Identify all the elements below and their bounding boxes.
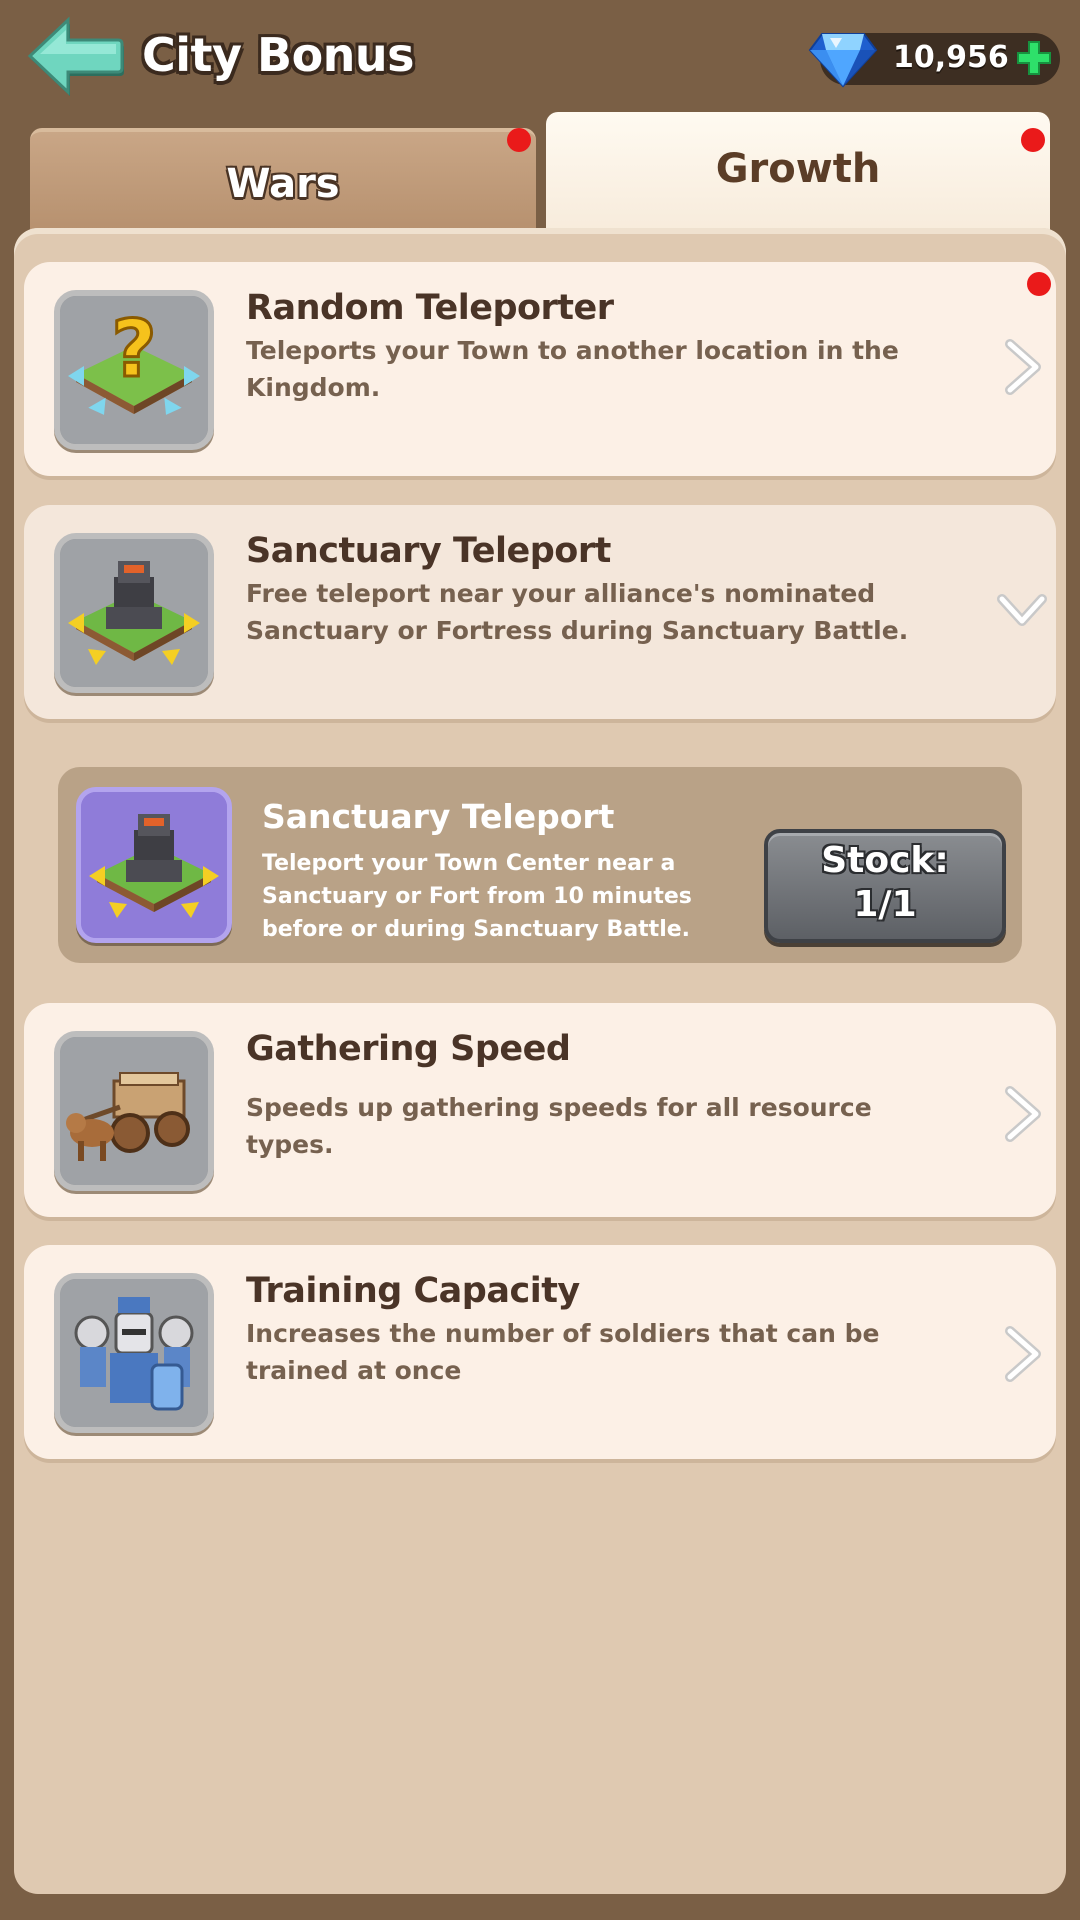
page-title: City Bonus [142,28,415,82]
stock-button[interactable]: Stock: 1/1 [764,829,1006,943]
wars-notification-dot [507,128,531,152]
chevron-right-icon [1005,1326,1041,1382]
back-arrow-icon [27,16,124,96]
sanctuary-teleport-detail: Sanctuary Teleport Teleport your Town Ce… [58,767,1022,963]
item-title: Gathering Speed [246,1029,571,1069]
growth-notification-dot [1021,128,1045,152]
item-description: Free teleport near your alliance's nomin… [246,579,909,645]
sanctuary-teleport-icon [54,533,214,693]
item-description: Increases the number of soldiers that ca… [246,1319,880,1385]
soldiers-icon [54,1273,214,1433]
item-title: Training Capacity [246,1271,580,1311]
random-teleport-icon: ? [54,290,214,450]
gem-count: 10,956 [893,40,1009,75]
list-item-sanctuary-teleport[interactable]: Sanctuary Teleport Free teleport near yo… [24,505,1056,719]
item-description: Speeds up gathering speeds for all resou… [246,1093,872,1159]
item-title: Random Teleporter [246,288,614,328]
list-item-training-capacity[interactable]: Training Capacity Increases the number o… [24,1245,1056,1459]
list-item-gathering-speed[interactable]: Gathering Speed Speeds up gathering spee… [24,1003,1056,1217]
chevron-right-icon [1005,339,1041,395]
stock-label: Stock: [821,840,949,881]
tab-growth-label: Growth [715,146,881,192]
add-gems-button[interactable] [1016,40,1052,76]
tab-growth[interactable]: Growth [546,112,1050,234]
back-button[interactable] [22,14,126,98]
svg-text:?: ? [111,305,156,395]
teleporter-notification-dot [1027,272,1051,296]
item-description: Teleports your Town to another location … [246,336,899,402]
chevron-down-icon [997,594,1047,626]
stock-value: 1/1 [853,884,917,925]
list-item-random-teleporter[interactable]: ? Random Teleporter Teleports your Town … [24,262,1056,476]
tab-wars[interactable]: Wars [30,128,536,230]
sanctuary-teleport-item-icon [76,787,232,943]
header-bar: City Bonus 10,956 [0,0,1080,120]
cart-icon [54,1031,214,1191]
tab-wars-label: Wars [226,161,340,207]
plus-icon [1017,41,1051,75]
diamond-icon [808,28,878,90]
sub-item-description: Teleport your Town Center near a Sanctua… [262,851,692,942]
item-title: Sanctuary Teleport [246,531,611,571]
sub-item-title: Sanctuary Teleport [262,797,615,836]
chevron-right-icon [1005,1086,1041,1142]
